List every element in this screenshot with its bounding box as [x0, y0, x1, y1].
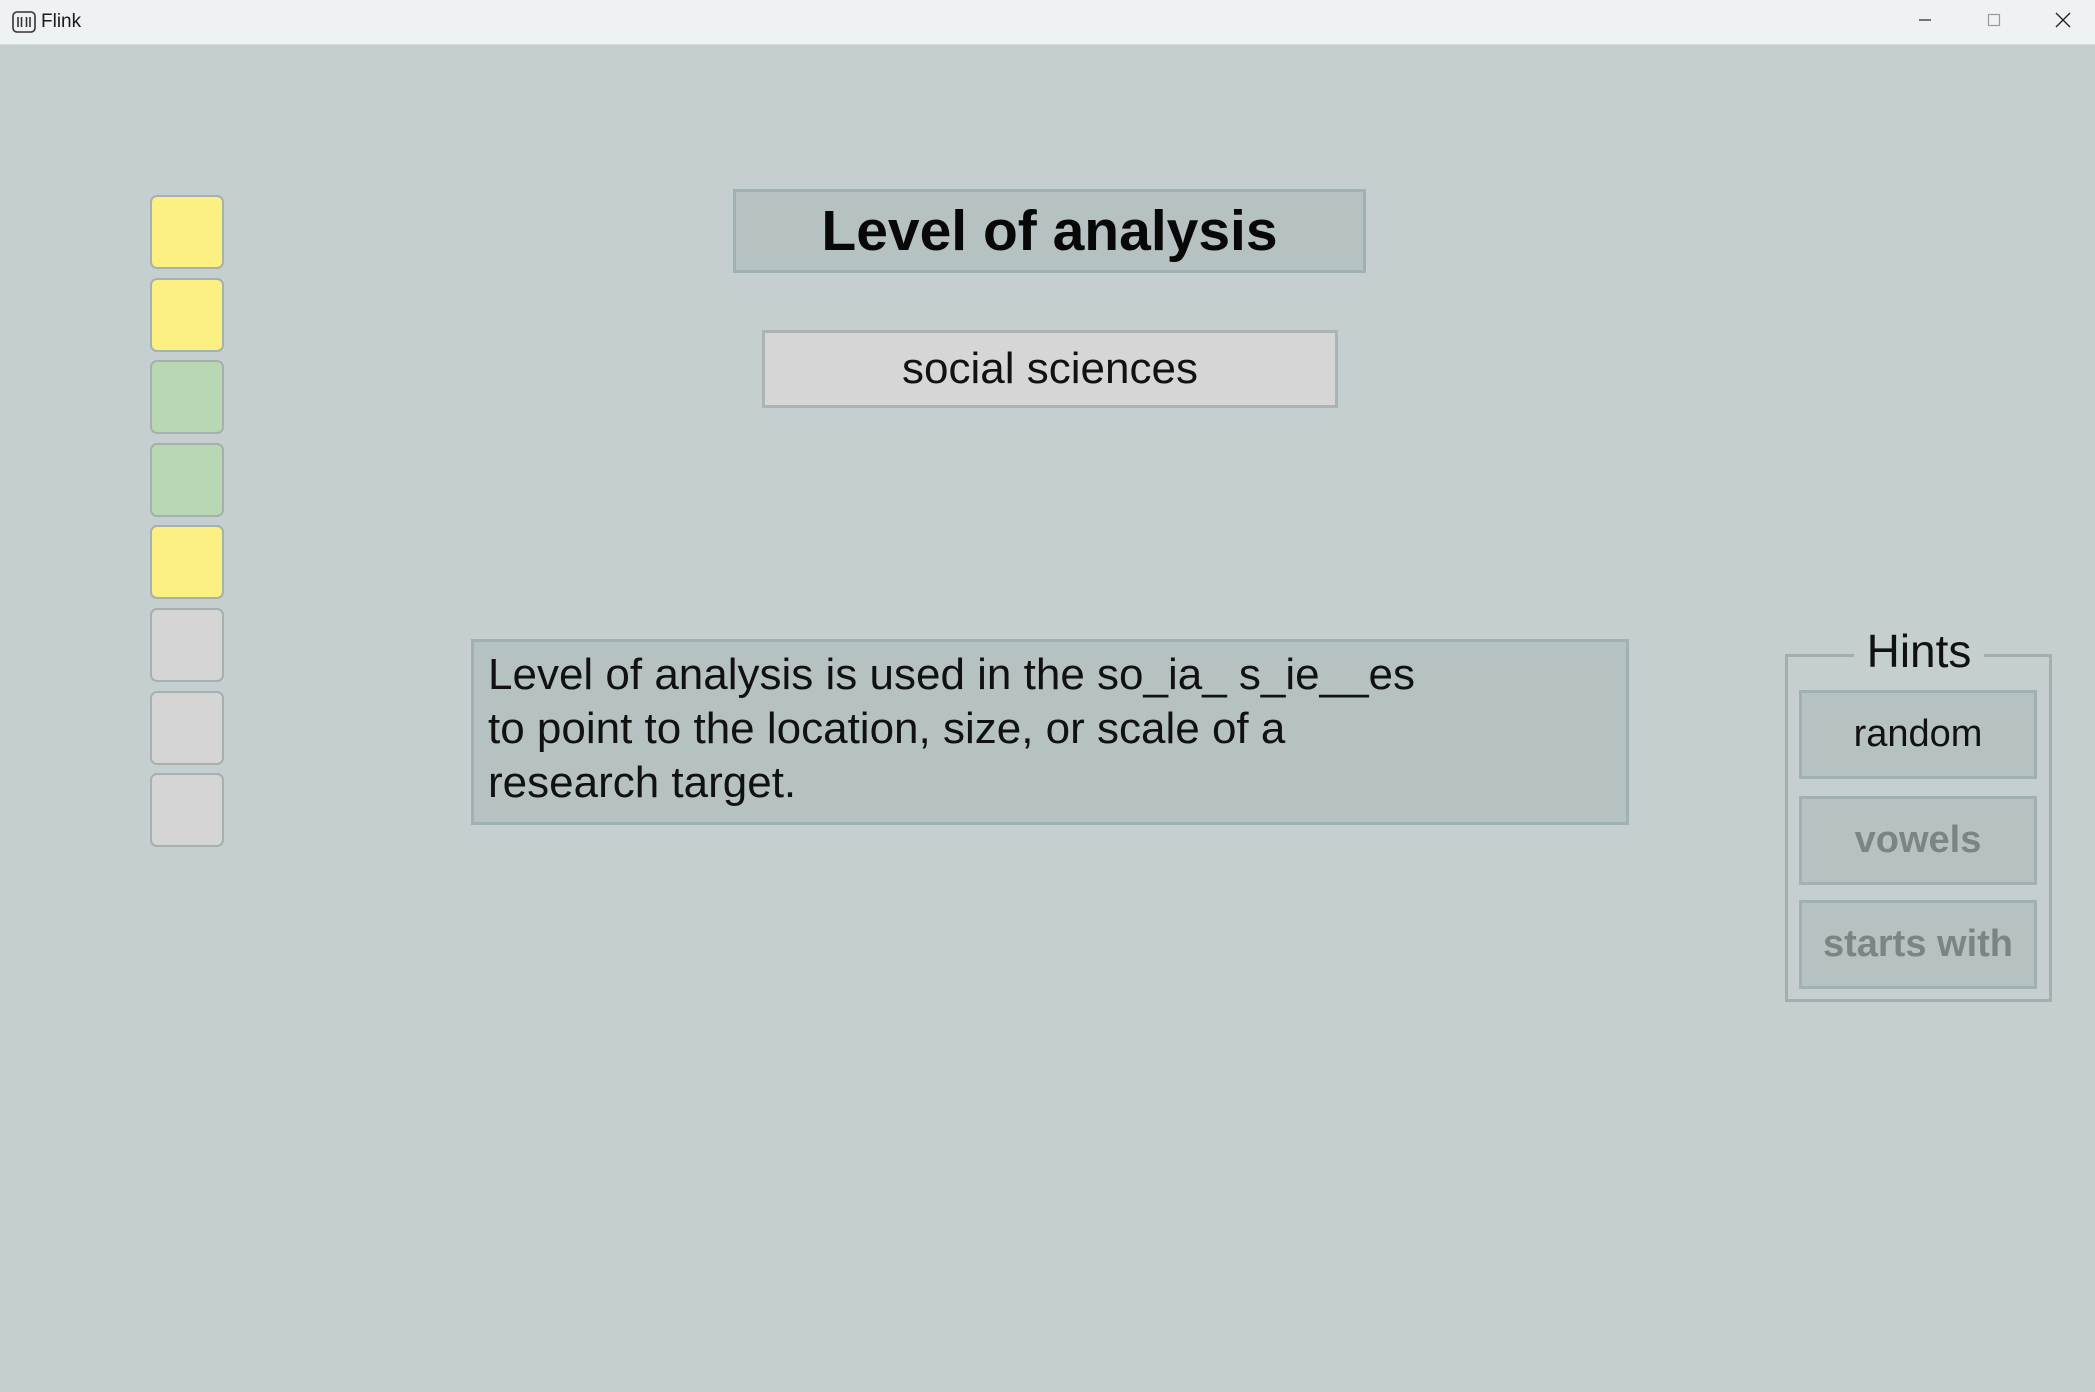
minimize-button[interactable]: [1891, 0, 1959, 44]
progress-box: [150, 691, 224, 765]
close-button[interactable]: [2029, 0, 2095, 44]
progress-box: [150, 525, 224, 599]
progress-box: [150, 195, 224, 269]
category-label: social sciences: [762, 330, 1338, 408]
maximize-icon: [1986, 12, 2002, 33]
progress-box: [150, 443, 224, 517]
window-title: Flink: [41, 11, 82, 32]
close-icon: [2054, 11, 2072, 34]
minimize-icon: [1917, 12, 1933, 33]
term-title: Level of analysis: [733, 189, 1366, 273]
definition-text: Level of analysis is used in the so_ia_ …: [471, 639, 1629, 825]
progress-box: [150, 608, 224, 682]
hints-title: Hints: [1854, 620, 1984, 682]
hint-starts-with-button[interactable]: starts with: [1799, 900, 2037, 989]
hint-random-button[interactable]: random: [1799, 690, 2037, 779]
maximize-button[interactable]: [1960, 0, 2028, 44]
app-icon: [12, 11, 36, 33]
progress-box: [150, 360, 224, 434]
window-titlebar: Flink: [0, 0, 2095, 45]
progress-box: [150, 773, 224, 847]
progress-box: [150, 278, 224, 352]
hint-vowels-button[interactable]: vowels: [1799, 796, 2037, 885]
